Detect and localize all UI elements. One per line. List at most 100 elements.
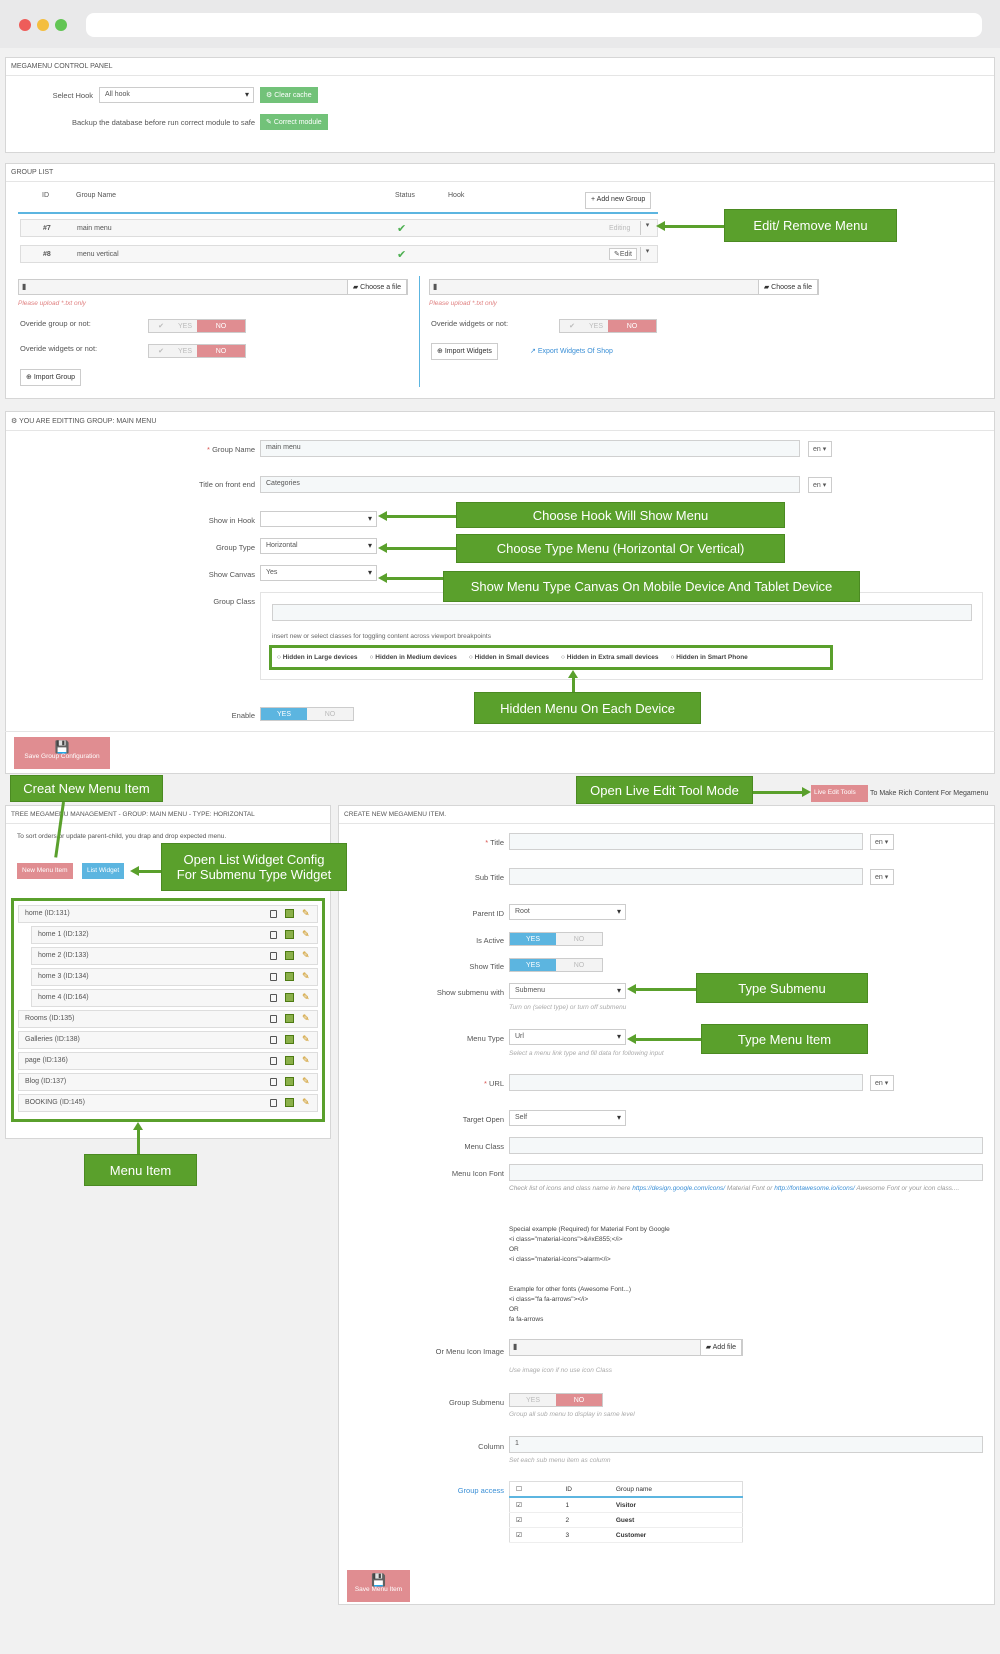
toggle-no[interactable]: NO xyxy=(197,345,245,357)
toggle-no[interactable]: NO xyxy=(556,933,602,945)
import-widgets-button[interactable]: ⊕ Import Widgets xyxy=(431,343,498,360)
delete-icon[interactable] xyxy=(285,951,294,960)
duplicate-icon[interactable] xyxy=(270,1014,277,1023)
toggle-yes[interactable]: YES xyxy=(510,1394,556,1406)
group-row[interactable]: #7 main menu ✔ Editing ▾ xyxy=(20,219,658,237)
hidden-phone-option[interactable]: ○ Hidden in Smart Phone xyxy=(671,654,748,661)
delete-icon[interactable] xyxy=(285,930,294,939)
delete-icon[interactable] xyxy=(285,1014,294,1023)
close-window-icon[interactable] xyxy=(19,19,31,31)
group-submenu-toggle[interactable]: YES NO xyxy=(509,1393,603,1407)
correct-module-button[interactable]: ✎ Correct module xyxy=(260,114,328,130)
icon-font-input[interactable] xyxy=(509,1164,983,1181)
hidden-large-option[interactable]: ○ Hidden in Large devices xyxy=(277,654,358,661)
url-input[interactable] xyxy=(509,1074,863,1091)
tree-item[interactable]: Blog (ID:137) ✎ xyxy=(18,1073,318,1091)
duplicate-icon[interactable] xyxy=(270,993,277,1002)
select-hook-dropdown[interactable]: All hook xyxy=(99,87,254,103)
checkbox[interactable]: ☑ xyxy=(509,1497,560,1513)
title-input[interactable] xyxy=(509,833,863,850)
delete-icon[interactable] xyxy=(285,1098,294,1107)
toggle-no[interactable]: NO xyxy=(556,1394,602,1406)
row-menu-caret-icon[interactable]: ▾ xyxy=(640,247,654,261)
duplicate-icon[interactable] xyxy=(270,1077,277,1086)
delete-icon[interactable] xyxy=(285,909,294,918)
new-menu-item-button[interactable]: New Menu Item xyxy=(17,863,73,879)
tree-item[interactable]: home 2 (ID:133) ✎ xyxy=(31,947,318,965)
lang-select[interactable]: en ▾ xyxy=(870,869,894,885)
duplicate-icon[interactable] xyxy=(270,1098,277,1107)
edit-pencil-icon[interactable]: ✎ xyxy=(302,909,311,918)
show-canvas-select[interactable]: Yes xyxy=(260,565,377,581)
checkbox[interactable]: ☑ xyxy=(509,1512,560,1528)
lang-select[interactable]: en ▾ xyxy=(808,477,832,493)
toggle-yes[interactable]: YES xyxy=(261,708,307,720)
parent-select[interactable]: Root xyxy=(509,904,626,920)
toggle-yes[interactable]: ✔ YES xyxy=(560,320,608,332)
address-bar[interactable] xyxy=(86,13,982,37)
toggle-yes[interactable]: ✔ YES xyxy=(149,345,197,357)
edit-pencil-icon[interactable]: ✎ xyxy=(302,1056,311,1065)
group-type-select[interactable]: Horizontal xyxy=(260,538,377,554)
override-widgets-toggle-right[interactable]: ✔ YES NO xyxy=(559,319,657,333)
toggle-yes[interactable]: ✔ YES xyxy=(149,320,197,332)
is-active-toggle[interactable]: YES NO xyxy=(509,932,603,946)
edit-pencil-icon[interactable]: ✎ xyxy=(302,1014,311,1023)
lang-select[interactable]: en ▾ xyxy=(870,834,894,850)
enable-toggle[interactable]: YES NO xyxy=(260,707,354,721)
add-group-button[interactable]: + Add new Group xyxy=(585,192,652,209)
tree-item[interactable]: home (ID:131) ✎ xyxy=(18,905,318,923)
title-front-input[interactable]: Categories xyxy=(260,476,800,493)
live-edit-button[interactable]: Live Edit Tools xyxy=(811,785,868,802)
tree-item[interactable]: Galleries (ID:138) ✎ xyxy=(18,1031,318,1049)
subtitle-input[interactable] xyxy=(509,868,863,885)
choose-file-button[interactable]: ▰ Choose a file xyxy=(346,279,407,295)
override-group-toggle[interactable]: ✔ YES NO xyxy=(148,319,246,333)
choose-file-button[interactable]: ▰ Choose a file xyxy=(757,279,818,295)
add-file-button[interactable]: ▰ Add file xyxy=(699,1339,742,1356)
lang-select[interactable]: en ▾ xyxy=(870,1075,894,1091)
list-widget-button[interactable]: List Widget xyxy=(82,863,125,879)
group-file-input[interactable]: ▮ ▰ Choose a file xyxy=(18,279,408,295)
edit-button[interactable]: ✎Edit xyxy=(609,248,637,260)
column-input[interactable]: 1 xyxy=(509,1436,983,1453)
duplicate-icon[interactable] xyxy=(270,930,277,939)
delete-icon[interactable] xyxy=(285,1035,294,1044)
delete-icon[interactable] xyxy=(285,1077,294,1086)
hidden-medium-option[interactable]: ○ Hidden in Medium devices xyxy=(370,654,457,661)
delete-icon[interactable] xyxy=(285,993,294,1002)
group-row[interactable]: #8 menu vertical ✔ ✎Edit ▾ xyxy=(20,245,658,263)
row-menu-caret-icon[interactable]: ▾ xyxy=(640,221,654,235)
export-widgets-link[interactable]: ↗ Export Widgets Of Shop xyxy=(530,347,613,355)
edit-pencil-icon[interactable]: ✎ xyxy=(302,993,311,1002)
duplicate-icon[interactable] xyxy=(270,951,277,960)
toggle-no[interactable]: NO xyxy=(556,959,602,971)
lang-select[interactable]: en ▾ xyxy=(808,441,832,457)
override-widgets-toggle[interactable]: ✔ YES NO xyxy=(148,344,246,358)
tree-item[interactable]: BOOKING (ID:145) ✎ xyxy=(18,1094,318,1112)
menu-type-select[interactable]: Url xyxy=(509,1029,626,1045)
edit-pencil-icon[interactable]: ✎ xyxy=(302,930,311,939)
edit-pencil-icon[interactable]: ✎ xyxy=(302,1077,311,1086)
delete-icon[interactable] xyxy=(285,1056,294,1065)
tree-item[interactable]: home 3 (ID:134) ✎ xyxy=(31,968,318,986)
material-icons-link[interactable]: https://design.google.com/icons/ xyxy=(632,1185,725,1192)
minimize-window-icon[interactable] xyxy=(37,19,49,31)
group-name-input[interactable]: main menu xyxy=(260,440,800,457)
duplicate-icon[interactable] xyxy=(270,1035,277,1044)
toggle-yes[interactable]: YES xyxy=(510,933,556,945)
checkbox[interactable]: ☑ xyxy=(509,1527,560,1543)
maximize-window-icon[interactable] xyxy=(55,19,67,31)
tree-item[interactable]: Rooms (ID:135) ✎ xyxy=(18,1010,318,1028)
submenu-select[interactable]: Submenu xyxy=(509,983,626,999)
show-title-toggle[interactable]: YES NO xyxy=(509,958,603,972)
save-menu-item-button[interactable]: 💾 Save Menu Item xyxy=(347,1570,410,1602)
duplicate-icon[interactable] xyxy=(270,909,277,918)
clear-cache-button[interactable]: ⚙ Clear cache xyxy=(260,87,318,103)
delete-icon[interactable] xyxy=(285,972,294,981)
widget-file-input[interactable]: ▮ ▰ Choose a file xyxy=(429,279,819,295)
toggle-no[interactable]: NO xyxy=(307,708,353,720)
hidden-xs-option[interactable]: ○ Hidden in Extra small devices xyxy=(561,654,659,661)
duplicate-icon[interactable] xyxy=(270,1056,277,1065)
select-all-checkbox[interactable]: ☐ xyxy=(509,1481,560,1498)
